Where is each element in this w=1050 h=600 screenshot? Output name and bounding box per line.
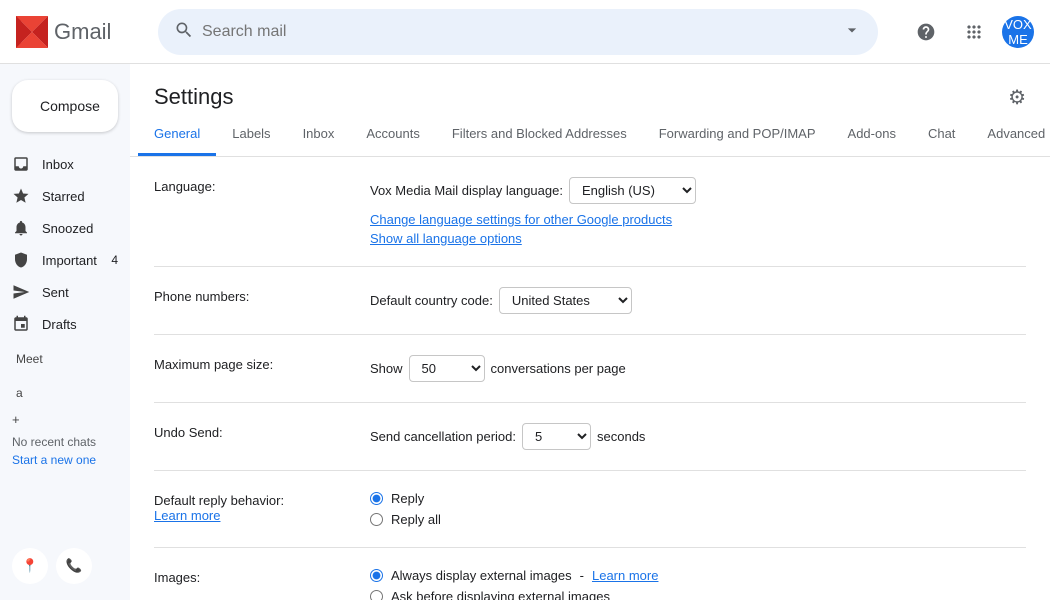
tab-labels[interactable]: Labels bbox=[216, 114, 286, 156]
undo-send-content: Send cancellation period: 5 10 20 30 sec… bbox=[370, 423, 1026, 450]
sidebar-starred-label: Starred bbox=[42, 189, 85, 204]
page-size-row: Maximum page size: Show 50 25 100 conver… bbox=[154, 335, 1026, 403]
sidebar-item-snoozed[interactable]: Snoozed bbox=[0, 212, 130, 244]
language-content: Vox Media Mail display language: English… bbox=[370, 177, 1026, 246]
phone-label: Phone numbers: bbox=[154, 287, 354, 304]
compose-button[interactable]: Compose bbox=[12, 80, 118, 132]
main-layout: Compose Inbox Starred Snoozed Important … bbox=[0, 64, 1050, 600]
settings-title: Settings bbox=[154, 84, 234, 110]
sidebar-meet-section: Meet bbox=[0, 344, 130, 374]
start-new-chat[interactable]: Start a new one bbox=[0, 453, 130, 467]
phone-row: Phone numbers: Default country code: Uni… bbox=[154, 267, 1026, 335]
user-avatar[interactable]: VOX ME bbox=[1002, 16, 1034, 48]
add-icon: + bbox=[12, 412, 20, 427]
tab-filters[interactable]: Filters and Blocked Addresses bbox=[436, 114, 643, 156]
reply-option[interactable]: Reply bbox=[370, 491, 1026, 506]
language-inline: Vox Media Mail display language: English… bbox=[370, 177, 1026, 204]
ask-before-label: Ask before displaying external images bbox=[391, 589, 610, 600]
settings-content: Language: Vox Media Mail display languag… bbox=[130, 157, 1050, 600]
reply-label: Reply bbox=[391, 491, 424, 506]
undo-send-prefix: Send cancellation period: bbox=[370, 429, 516, 444]
tab-chat[interactable]: Chat bbox=[912, 114, 971, 156]
sidebar-item-inbox[interactable]: Inbox bbox=[0, 148, 130, 180]
search-bar bbox=[158, 9, 878, 55]
search-icon bbox=[174, 20, 194, 43]
page-size-select[interactable]: 50 25 100 bbox=[409, 355, 485, 382]
undo-send-suffix: seconds bbox=[597, 429, 645, 444]
reply-all-option[interactable]: Reply all bbox=[370, 512, 1026, 527]
sidebar-inbox-label: Inbox bbox=[42, 157, 74, 172]
sidebar-item-drafts[interactable]: Drafts bbox=[0, 308, 130, 340]
images-learn-more-link[interactable]: Learn more bbox=[592, 568, 658, 583]
language-link-2[interactable]: Show all language options bbox=[370, 231, 522, 246]
page-size-suffix: conversations per page bbox=[491, 361, 626, 376]
language-label: Language: bbox=[154, 177, 354, 194]
call-button[interactable]: 📞 bbox=[56, 548, 92, 584]
location-button[interactable]: 📍 bbox=[12, 548, 48, 584]
images-label: Images: bbox=[154, 568, 354, 585]
ask-before-radio[interactable] bbox=[370, 590, 383, 600]
gmail-logo: Gmail bbox=[16, 16, 146, 48]
tab-addons[interactable]: Add-ons bbox=[832, 114, 912, 156]
sidebar-item-starred[interactable]: Starred bbox=[0, 180, 130, 212]
sidebar-drafts-label: Drafts bbox=[42, 317, 77, 332]
tab-general[interactable]: General bbox=[138, 114, 216, 156]
sidebar-footer: 📍 📞 bbox=[0, 540, 130, 592]
language-link-1[interactable]: Change language settings for other Googl… bbox=[370, 212, 672, 227]
always-display-label: Always display external images bbox=[391, 568, 572, 583]
undo-send-row: Undo Send: Send cancellation period: 5 1… bbox=[154, 403, 1026, 471]
page-size-content: Show 50 25 100 conversations per page bbox=[370, 355, 1026, 382]
sidebar-sent-label: Sent bbox=[42, 285, 69, 300]
language-row: Language: Vox Media Mail display languag… bbox=[154, 157, 1026, 267]
always-display-option[interactable]: Always display external images - Learn m… bbox=[370, 568, 1026, 583]
settings-gear-icon[interactable]: ⚙ bbox=[1008, 85, 1026, 110]
sidebar-snoozed-label: Snoozed bbox=[42, 221, 93, 236]
sidebar-chat-section: a bbox=[0, 378, 130, 408]
always-display-radio[interactable] bbox=[370, 569, 383, 582]
phone-content: Default country code: United States bbox=[370, 287, 1026, 314]
reply-behavior-row: Default reply behavior: Learn more Reply… bbox=[154, 471, 1026, 548]
page-size-label: Maximum page size: bbox=[154, 355, 354, 372]
sidebar: Compose Inbox Starred Snoozed Important … bbox=[0, 64, 130, 600]
search-dropdown-icon[interactable] bbox=[842, 20, 862, 43]
undo-send-label: Undo Send: bbox=[154, 423, 354, 440]
reply-content: Reply Reply all bbox=[370, 491, 1026, 527]
images-content: Always display external images - Learn m… bbox=[370, 568, 1026, 600]
reply-all-radio[interactable] bbox=[370, 513, 383, 526]
page-size-prefix: Show bbox=[370, 361, 403, 376]
phone-prefix: Default country code: bbox=[370, 293, 493, 308]
reply-behavior-label: Default reply behavior: Learn more bbox=[154, 491, 354, 523]
reply-learn-more-link[interactable]: Learn more bbox=[154, 508, 220, 523]
undo-send-select[interactable]: 5 10 20 30 bbox=[522, 423, 591, 450]
tab-inbox[interactable]: Inbox bbox=[287, 114, 351, 156]
images-row: Images: Always display external images -… bbox=[154, 548, 1026, 600]
settings-header: Settings ⚙ bbox=[130, 64, 1050, 110]
country-code-select[interactable]: United States bbox=[499, 287, 632, 314]
sidebar-add-chat[interactable]: + bbox=[0, 408, 130, 431]
no-recent-chats: No recent chats bbox=[0, 431, 130, 453]
sidebar-important-badge: 4 bbox=[111, 253, 118, 267]
content-area: Settings ⚙ General Labels Inbox Accounts… bbox=[130, 64, 1050, 600]
sidebar-item-sent[interactable]: Sent bbox=[0, 276, 130, 308]
ask-before-display-option[interactable]: Ask before displaying external images bbox=[370, 589, 1026, 600]
language-select[interactable]: English (US) bbox=[569, 177, 696, 204]
search-input[interactable] bbox=[202, 23, 834, 41]
tab-advanced[interactable]: Advanced bbox=[971, 114, 1050, 156]
topbar: Gmail VOX ME bbox=[0, 0, 1050, 64]
compose-label: Compose bbox=[40, 98, 100, 114]
language-display-label: Vox Media Mail display language: bbox=[370, 183, 563, 198]
apps-button[interactable] bbox=[954, 12, 994, 52]
reply-radio[interactable] bbox=[370, 492, 383, 505]
help-button[interactable] bbox=[906, 12, 946, 52]
reply-all-label: Reply all bbox=[391, 512, 441, 527]
sidebar-important-label: Important bbox=[42, 253, 97, 268]
tab-forwarding[interactable]: Forwarding and POP/IMAP bbox=[643, 114, 832, 156]
sidebar-item-important[interactable]: Important 4 bbox=[0, 244, 130, 276]
settings-tabs: General Labels Inbox Accounts Filters an… bbox=[130, 114, 1050, 157]
topbar-right: VOX ME bbox=[906, 12, 1034, 52]
tab-accounts[interactable]: Accounts bbox=[350, 114, 435, 156]
gmail-logo-text: Gmail bbox=[54, 19, 111, 45]
